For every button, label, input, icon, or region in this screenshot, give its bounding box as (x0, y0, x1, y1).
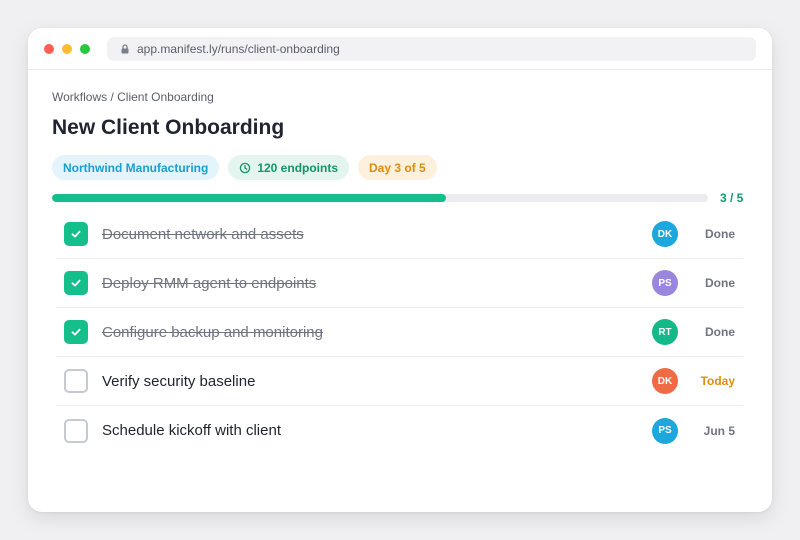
title-bar: app.manifest.ly/runs/client-onboarding (28, 28, 772, 70)
assignee-avatar[interactable]: RT (652, 319, 678, 345)
progress-track (52, 194, 708, 202)
task-label: Deploy RMM agent to endpoints (102, 274, 317, 292)
window-controls (44, 43, 107, 54)
assignee-avatar[interactable]: DK (652, 221, 678, 247)
close-window-button[interactable] (44, 43, 54, 54)
minimize-window-button[interactable] (62, 43, 72, 54)
progress-row: 3 / 5 (52, 189, 748, 207)
task-list: Document network and assets DK Done Deploy … (56, 210, 743, 455)
page-title: New Client Onboarding (52, 116, 285, 139)
endpoints-chip-label: 120 endpoints (257, 160, 339, 175)
task-checkbox[interactable] (64, 320, 88, 344)
assignee-avatar[interactable]: PS (652, 270, 678, 296)
lock-icon (119, 43, 131, 55)
task-row[interactable]: Deploy RMM agent to endpoints PS Done (56, 259, 743, 308)
progress-label: 3 / 5 (720, 191, 744, 205)
endpoints-chip[interactable]: 120 endpoints (228, 155, 350, 180)
task-status: Done (705, 227, 735, 241)
browser-window: app.manifest.ly/runs/client-onboarding W… (28, 28, 772, 512)
task-label: Schedule kickoff with client (102, 422, 281, 439)
breadcrumb[interactable]: Workflows / Client Onboarding (52, 89, 748, 105)
task-status: Jun 5 (703, 423, 735, 438)
maximize-window-button[interactable] (80, 43, 90, 54)
task-row[interactable]: Verify security baseline DK Today (56, 357, 743, 406)
task-status: Done (705, 276, 735, 290)
check-icon (71, 328, 81, 336)
day-chip: Day 3 of 5 (358, 155, 437, 180)
task-checkbox[interactable] (64, 418, 88, 443)
task-status: Done (705, 325, 735, 339)
page-content: Workflows / Client Onboarding New Client… (28, 70, 772, 455)
task-checkbox[interactable] (64, 222, 88, 246)
chip-row: Northwind Manufacturing 120 endpoints Da… (52, 155, 748, 180)
task-row[interactable]: Configure backup and monitoring RT Done (56, 308, 743, 357)
check-icon (71, 279, 81, 287)
task-label: Verify security baseline (102, 372, 256, 390)
progress-fill (52, 194, 446, 202)
check-icon (71, 230, 81, 238)
task-row[interactable]: Schedule kickoff with client PS Jun 5 (56, 406, 743, 455)
client-chip[interactable]: Northwind Manufacturing (52, 155, 220, 180)
task-label: Document network and assets (102, 225, 304, 243)
task-label: Configure backup and monitoring (102, 323, 323, 341)
address-bar[interactable]: app.manifest.ly/runs/client-onboarding (107, 36, 756, 61)
assignee-avatar[interactable]: PS (652, 417, 678, 444)
task-row[interactable]: Document network and assets DK Done (56, 210, 743, 259)
task-status: Today (700, 374, 735, 388)
url-text: app.manifest.ly/runs/client-onboarding (137, 41, 340, 56)
assignee-avatar[interactable]: DK (652, 368, 678, 394)
clock-icon (239, 162, 251, 174)
task-checkbox[interactable] (64, 369, 88, 393)
task-checkbox[interactable] (64, 271, 88, 295)
